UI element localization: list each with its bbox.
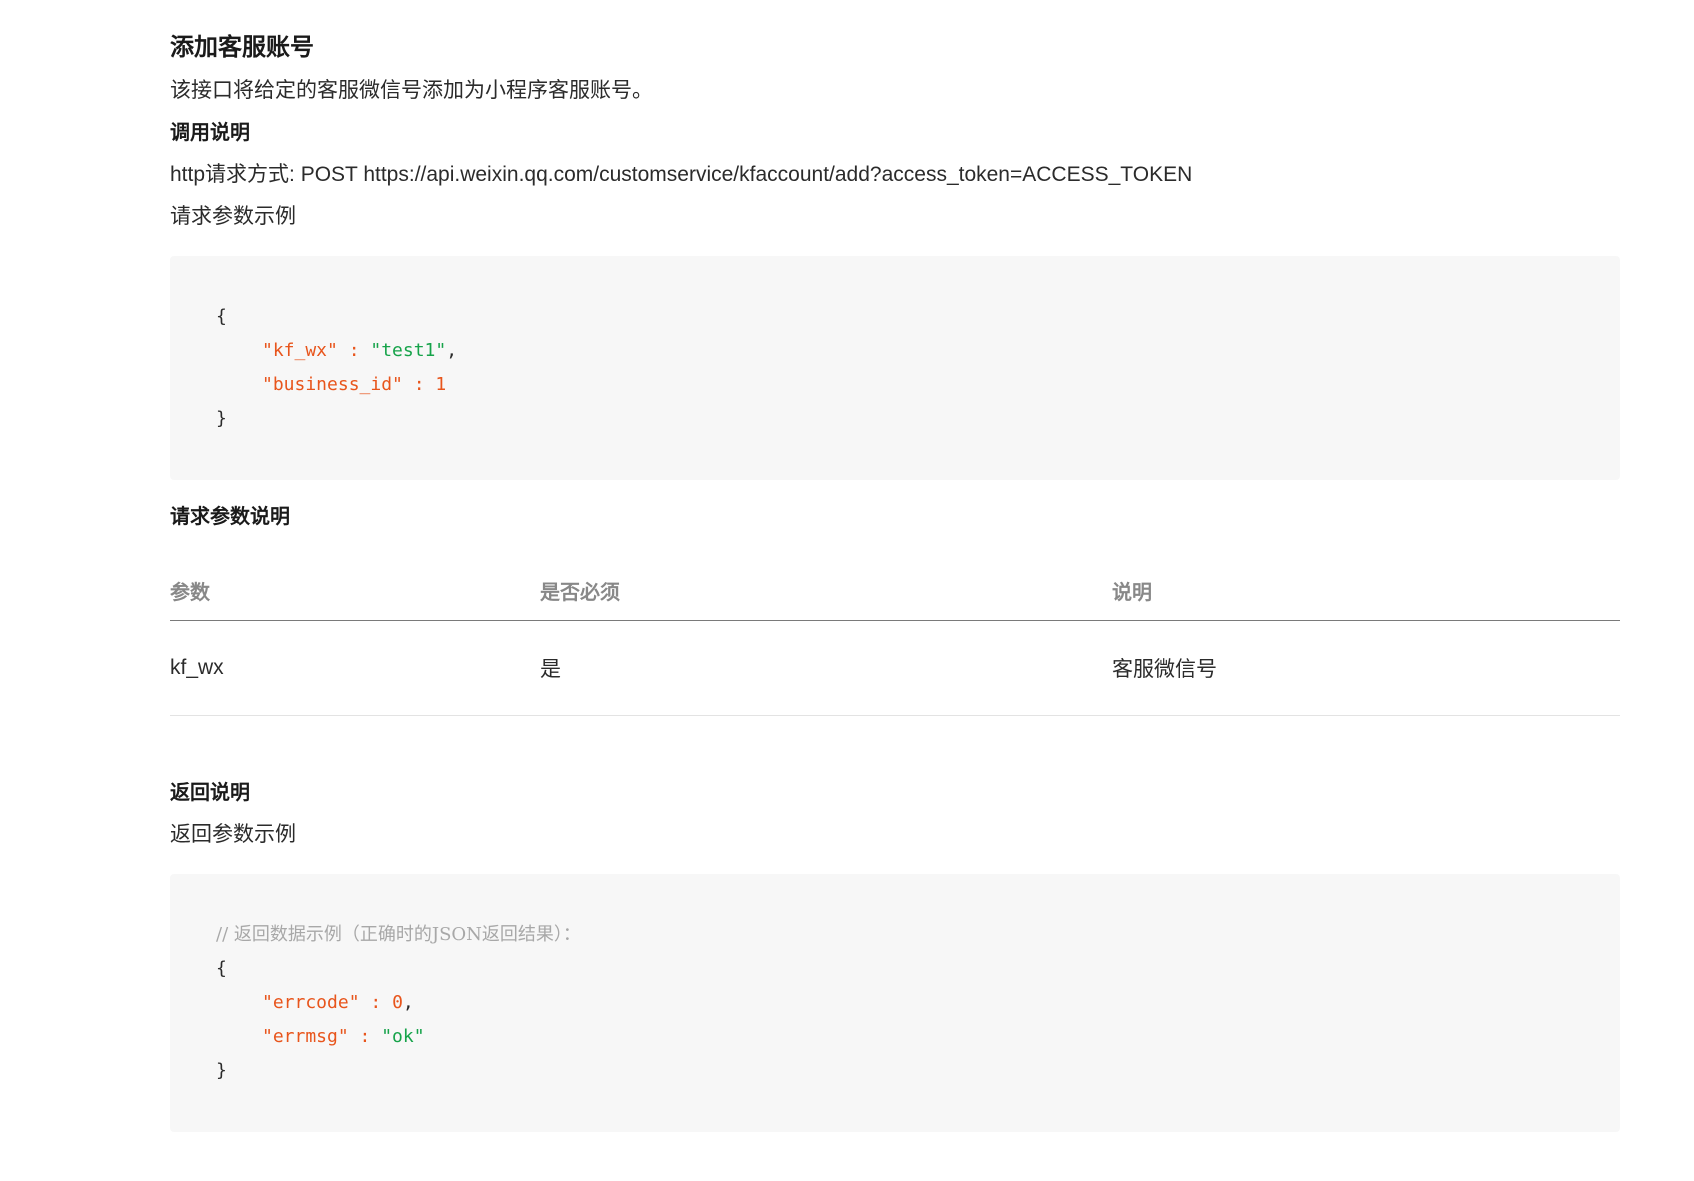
table-header-row: 参数 是否必须 说明 (170, 560, 1620, 621)
json-key: "kf_wx" (262, 340, 338, 361)
json-separator: : (337, 340, 371, 361)
brace-close: } (216, 408, 227, 429)
code-line: { (216, 952, 1574, 986)
code-line: "errmsg" : "ok" (216, 1020, 1574, 1054)
call-heading: 调用说明 (170, 122, 250, 144)
code-line: "errcode" : 0, (216, 986, 1574, 1020)
return-example-label: 返回参数示例 (170, 823, 296, 846)
return-heading: 返回说明 (170, 782, 250, 804)
cell-required: 是 (540, 620, 1112, 716)
col-header-required: 是否必须 (540, 560, 1112, 621)
code-line: } (216, 402, 1574, 436)
code-line: "kf_wx" : "test1", (216, 334, 1574, 368)
json-separator: : (402, 374, 436, 395)
json-value: "test1" (370, 340, 447, 361)
json-comma: , (402, 992, 414, 1013)
description: 该接口将给定的客服微信号添加为小程序客服账号。 (170, 79, 653, 102)
json-value: 1 (435, 374, 447, 395)
request-example-label: 请求参数示例 (170, 205, 296, 228)
http-request-line: http请求方式: POST https://api.weixin.qq.com… (170, 163, 1193, 186)
params-heading: 请求参数说明 (170, 506, 290, 528)
cell-param: kf_wx (170, 620, 540, 716)
code-line: // 返回数据示例（正确时的JSON返回结果）： (216, 918, 1574, 952)
json-separator: : (359, 992, 393, 1013)
code-comment: // 返回数据示例（正确时的JSON返回结果）： (216, 924, 581, 945)
brace-open: { (216, 958, 227, 979)
json-value: 0 (392, 992, 403, 1013)
request-code-block: { "kf_wx" : "test1", "business_id" : 1 } (170, 256, 1620, 480)
code-line: "business_id" : 1 (216, 368, 1574, 402)
params-table: 参数 是否必须 说明 kf_wx 是 客服微信号 (170, 560, 1620, 716)
code-line: } (216, 1054, 1574, 1088)
col-header-param: 参数 (170, 560, 540, 621)
json-key: "errcode" (262, 992, 360, 1013)
json-separator: : (348, 1026, 382, 1047)
brace-close: } (216, 1060, 227, 1081)
json-key: "business_id" (262, 374, 403, 395)
code-line: { (216, 300, 1574, 334)
json-key: "errmsg" (262, 1026, 349, 1047)
doc-content: 添加客服账号 该接口将给定的客服微信号添加为小程序客服账号。 调用说明 http… (170, 30, 1620, 1132)
brace-open: { (216, 306, 227, 327)
cell-description: 客服微信号 (1112, 620, 1620, 716)
col-header-description: 说明 (1112, 560, 1620, 621)
response-code-block: // 返回数据示例（正确时的JSON返回结果）： { "errcode" : 0… (170, 874, 1620, 1132)
table-row: kf_wx 是 客服微信号 (170, 620, 1620, 716)
json-comma: , (446, 340, 458, 361)
json-value: "ok" (381, 1026, 425, 1047)
page-title: 添加客服账号 (170, 34, 314, 61)
